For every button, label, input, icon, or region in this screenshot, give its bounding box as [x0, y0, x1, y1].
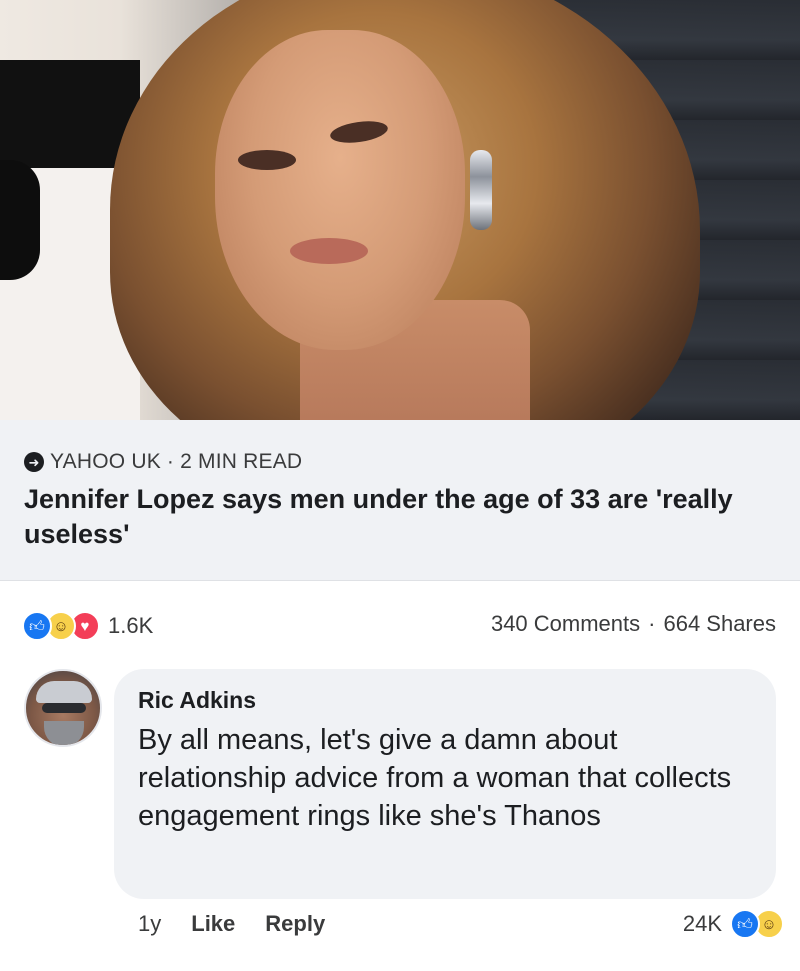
like-button[interactable]: Like [191, 911, 235, 937]
link-source: ➜ YAHOO UK · 2 MIN READ [24, 450, 302, 474]
bowtie [0, 160, 40, 280]
link-headline[interactable]: Jennifer Lopez says men under the age of… [24, 482, 774, 552]
avatar-cap [36, 681, 92, 703]
comment-author[interactable]: Ric Adkins [138, 687, 256, 714]
link-preview[interactable]: ➜ YAHOO UK · 2 MIN READ Jennifer Lopez s… [0, 420, 800, 581]
read-time: 2 MIN READ [180, 450, 303, 473]
avatar[interactable] [24, 669, 102, 747]
globe-icon: ➜ [24, 452, 44, 472]
comment-text: By all means, let's give a damn about re… [138, 724, 732, 832]
earring [470, 150, 492, 230]
reaction-count: 1.6K [108, 613, 154, 638]
comments-count[interactable]: 340 Comments [491, 611, 640, 637]
lips [290, 238, 368, 264]
left-eye [238, 150, 296, 170]
like-icon: 👍︎ [22, 611, 52, 641]
engagement-separator: · [648, 611, 656, 636]
comment: Ric Adkins By all means, let's give a da… [0, 661, 800, 971]
comment-age[interactable]: 1y [138, 911, 161, 937]
like-icon: 👍︎ [730, 909, 760, 939]
article-image[interactable] [0, 0, 800, 420]
reaction-summary[interactable]: 👍︎ ☺ ♥ 1.6K [22, 611, 153, 641]
reply-button[interactable]: Reply [265, 911, 325, 937]
avatar-beard [44, 721, 84, 745]
face [215, 30, 465, 350]
comment-reactions[interactable]: 24K 👍︎ ☺ [682, 909, 784, 939]
source-name: YAHOO UK [50, 450, 161, 473]
reactions-bar: 👍︎ ☺ ♥ 1.6K 340 Comments · 664 Shares [0, 581, 800, 661]
comment-actions: 1y Like Reply [138, 911, 325, 937]
shares-count[interactable]: 664 Shares [663, 611, 776, 637]
comment-bubble: Ric Adkins By all means, let's give a da… [114, 669, 776, 899]
engagement-stats: 340 Comments · 664 Shares [491, 611, 776, 637]
comment-reaction-count: 24K [682, 911, 722, 936]
source-separator: · [166, 450, 175, 473]
avatar-glasses [42, 703, 86, 713]
